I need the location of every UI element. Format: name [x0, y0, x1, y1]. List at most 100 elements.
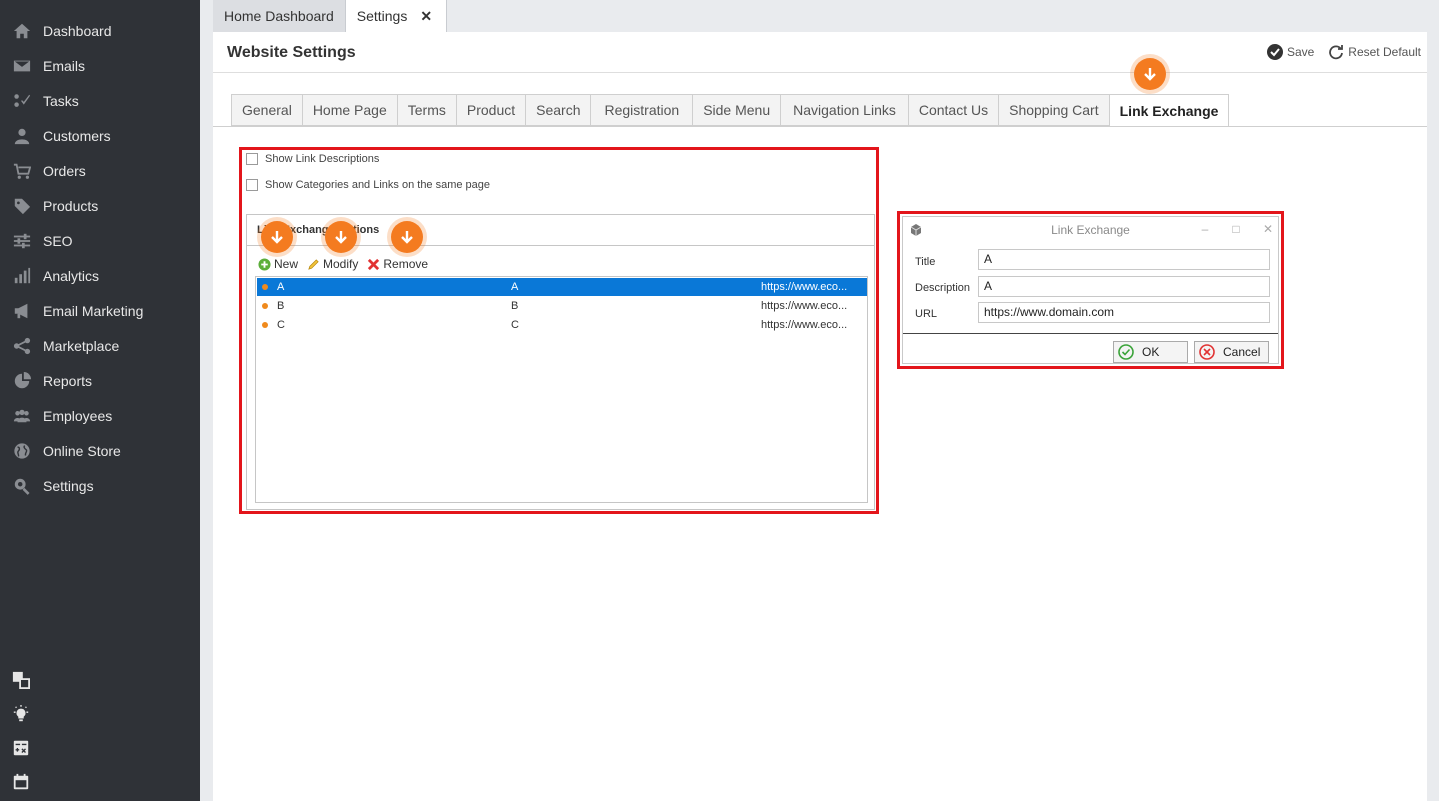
url-field[interactable]: https://www.domain.com — [978, 302, 1270, 323]
reset-default-button[interactable]: Reset Default — [1328, 44, 1421, 60]
sidebar-item-marketplace[interactable]: Marketplace — [0, 328, 200, 363]
checkbox[interactable] — [246, 179, 258, 191]
cell-description: A — [511, 281, 519, 293]
sidebar: Dashboard Emails Tasks Customers Orders … — [0, 0, 200, 801]
sidebar-item-dashboard[interactable]: Dashboard — [0, 13, 200, 48]
save-label: Save — [1286, 45, 1315, 59]
checkbox-label: Show Categories and Links on the same pa… — [265, 179, 491, 191]
tab-link-exchange[interactable]: Link Exchange — [1108, 94, 1230, 127]
cancel-button[interactable]: Cancel — [1194, 341, 1269, 363]
sidebar-item-customers[interactable]: Customers — [0, 118, 200, 153]
table-row[interactable]: A A https://www.eco... — [257, 278, 867, 296]
checkbox[interactable] — [246, 153, 258, 165]
page-title: Website Settings — [227, 44, 356, 61]
sidebar-item-employees[interactable]: Employees — [0, 398, 200, 433]
tab-label: Search — [536, 102, 581, 118]
sidebar-item-label: Emails — [43, 57, 86, 74]
sliders-icon — [11, 230, 33, 252]
tab-side-menu[interactable]: Side Menu — [692, 94, 781, 126]
link-exchange-grid: A A https://www.eco... B B https://www.e… — [255, 276, 868, 503]
sidebar-item-tasks[interactable]: Tasks — [0, 83, 200, 118]
minimize-icon[interactable]: – — [1198, 222, 1212, 236]
tab-shopping-cart[interactable]: Shopping Cart — [998, 94, 1109, 126]
windows-icon[interactable] — [11, 670, 31, 690]
sidebar-item-reports[interactable]: Reports — [0, 363, 200, 398]
cell-url: https://www.eco... — [761, 281, 848, 293]
title-field[interactable]: A — [978, 249, 1270, 270]
cell-url: https://www.eco... — [761, 300, 848, 312]
sidebar-item-label: Marketplace — [43, 337, 120, 354]
sidebar-item-products[interactable]: Products — [0, 188, 200, 223]
tab-label: Home Dashboard — [224, 8, 334, 24]
sidebar-item-label: SEO — [43, 232, 73, 249]
tab-label: General — [242, 102, 292, 118]
gear-search-icon — [11, 475, 33, 497]
table-row[interactable]: C C https://www.eco... — [257, 316, 867, 334]
sidebar-item-label: Settings — [43, 477, 94, 494]
tab-general[interactable]: General — [231, 94, 302, 126]
sidebar-item-label: Products — [43, 197, 99, 214]
sidebar-item-orders[interactable]: Orders — [0, 153, 200, 188]
delete-icon — [368, 258, 380, 270]
annotation-arrow-icon — [261, 221, 293, 253]
tab-settings[interactable]: Settings ✕ — [345, 0, 448, 32]
row-bullet-icon — [262, 284, 268, 290]
new-button[interactable]: New — [258, 257, 298, 271]
tab-home-dashboard[interactable]: Home Dashboard — [213, 0, 346, 32]
sidebar-item-settings[interactable]: Settings — [0, 468, 200, 503]
tab-contact-us[interactable]: Contact Us — [907, 94, 999, 126]
maximize-icon[interactable]: □ — [1229, 222, 1243, 236]
title-label: Title — [915, 256, 936, 268]
calendar-icon[interactable] — [11, 772, 31, 792]
sidebar-item-email-marketing[interactable]: Email Marketing — [0, 293, 200, 328]
save-button[interactable]: Save — [1266, 44, 1315, 60]
tab-registration[interactable]: Registration — [590, 94, 693, 126]
modify-label: Modify — [323, 257, 359, 271]
ok-button[interactable]: OK — [1113, 341, 1188, 363]
share-icon — [11, 335, 33, 357]
lightbulb-icon[interactable] — [11, 704, 31, 724]
sidebar-item-online-store[interactable]: Online Store — [0, 433, 200, 468]
pie-chart-icon — [11, 370, 33, 392]
tab-home-page[interactable]: Home Page — [301, 94, 397, 126]
tab-terms[interactable]: Terms — [396, 94, 456, 126]
table-row[interactable]: B B https://www.eco... — [257, 297, 867, 315]
annotation-arrow-icon — [325, 221, 357, 253]
pencil-icon — [308, 258, 319, 270]
calculator-icon[interactable] — [11, 738, 31, 758]
show-categories-same-page-checkbox[interactable]: Show Categories and Links on the same pa… — [246, 179, 490, 191]
sidebar-item-emails[interactable]: Emails — [0, 48, 200, 83]
tab-product[interactable]: Product — [455, 94, 526, 126]
tabs-divider — [213, 126, 1427, 127]
tab-navigation-links[interactable]: Navigation Links — [780, 94, 908, 126]
dialog-divider — [903, 333, 1278, 334]
reset-default-label: Reset Default — [1348, 45, 1421, 59]
check-circle-icon — [1118, 344, 1134, 360]
checkbox-label: Show Link Descriptions — [265, 153, 380, 165]
modify-button[interactable]: Modify — [307, 257, 358, 271]
sidebar-item-analytics[interactable]: Analytics — [0, 258, 200, 293]
cell-title: A — [277, 281, 285, 293]
users-icon — [11, 405, 33, 427]
bar-chart-icon — [11, 265, 33, 287]
tab-label: Home Page — [312, 102, 387, 118]
check-circle-icon — [1266, 44, 1283, 60]
close-icon[interactable]: ✕ — [420, 8, 432, 25]
user-icon — [11, 125, 33, 147]
sidebar-item-label: Email Marketing — [43, 302, 144, 319]
sidebar-item-seo[interactable]: SEO — [0, 223, 200, 258]
remove-button[interactable]: Remove — [367, 257, 428, 271]
add-icon — [258, 257, 271, 271]
tab-search[interactable]: Search — [525, 94, 591, 126]
cell-description: B — [511, 300, 519, 312]
grid-toolbar: New Modify Remove — [258, 257, 428, 271]
tab-label: Link Exchange — [1119, 102, 1219, 119]
tab-label: Terms — [407, 102, 446, 118]
close-icon[interactable]: ✕ — [1261, 222, 1275, 236]
globe-icon — [11, 440, 33, 462]
show-link-descriptions-checkbox[interactable]: Show Link Descriptions — [246, 153, 379, 165]
description-label: Description — [915, 282, 971, 294]
tab-label: Shopping Cart — [1009, 102, 1099, 118]
link-exchange-dialog: Link Exchange – □ ✕ Title A Description … — [902, 216, 1279, 364]
description-field[interactable]: A — [978, 276, 1270, 297]
